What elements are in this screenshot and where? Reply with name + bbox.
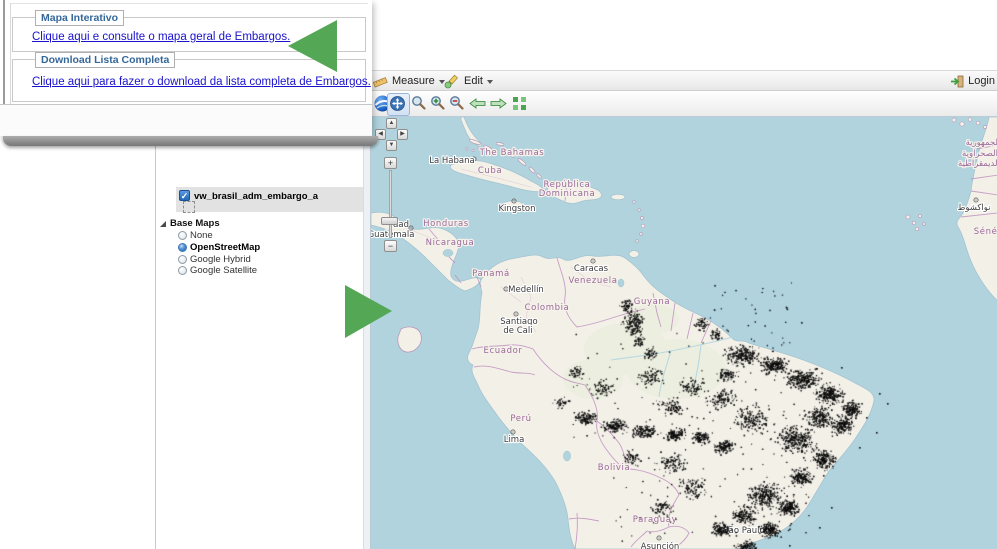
browser-window-snippet: Mapa Interativo Clique aqui e consulte o… xyxy=(0,0,372,136)
map-city-label: La Habana xyxy=(429,156,474,166)
basemap-option-none[interactable]: None xyxy=(178,230,348,242)
layer-name-label: vw_brasil_adm_embargo_a xyxy=(194,191,318,202)
map-country-label: Venezuela xyxy=(568,276,617,286)
legend-loading-icon xyxy=(183,201,195,213)
basemap-radio-list: NoneOpenStreetMapGoogle HybridGoogle Sat… xyxy=(178,230,348,277)
zoom-in-icon[interactable] xyxy=(430,95,446,111)
city-marker-dot xyxy=(512,431,513,432)
layers-panel: ✓ vw_brasil_adm_embargo_a Base Maps None… xyxy=(156,117,363,549)
screenshot-stage: Measure Edit xyxy=(0,0,997,549)
radio-icon[interactable] xyxy=(178,266,187,275)
map-country-label: Paraguay xyxy=(633,515,677,525)
map-city-label: Lima xyxy=(504,435,525,445)
city-marker-dot xyxy=(410,227,411,228)
measure-label: Measure xyxy=(392,71,435,92)
ruler-icon xyxy=(373,75,388,89)
edit-label: Edit xyxy=(464,71,483,92)
radio-icon[interactable] xyxy=(178,231,187,240)
group-expander-icon[interactable] xyxy=(160,221,166,227)
zoom-in-button[interactable]: + xyxy=(384,157,397,169)
city-marker-dot xyxy=(592,260,593,261)
map-country-label: Guyana xyxy=(634,297,670,307)
map-country-label: Cuba xyxy=(478,166,502,176)
map-country-label: الديمقراطية xyxy=(958,159,997,169)
zoom-box-icon[interactable] xyxy=(411,95,427,111)
basemaps-group-header[interactable]: Base Maps xyxy=(160,218,220,229)
window-bottom-chrome xyxy=(3,136,378,146)
pan-tool-button[interactable] xyxy=(387,93,410,116)
map-city-label: Medellín xyxy=(508,285,544,295)
basemap-option-label: None xyxy=(190,230,213,241)
measure-menu-button[interactable]: Measure xyxy=(373,71,445,92)
basemap-option-label: OpenStreetMap xyxy=(190,242,260,253)
login-label: Login xyxy=(968,71,995,92)
map-city-label: Kingston xyxy=(498,204,535,214)
pan-right-button[interactable]: ▶ xyxy=(397,129,408,140)
pan-left-icon: ◀ xyxy=(378,131,383,137)
interactive-map-legend: Mapa Interativo xyxy=(35,10,124,26)
download-list-link[interactable]: Clique aqui para fazer o download da lis… xyxy=(32,76,371,88)
basemap-openstreetmap: The BahamasCubaRepúblicaDominicanaHondur… xyxy=(371,117,997,549)
zoom-out-icon[interactable] xyxy=(449,95,465,111)
pan-arrows-icon xyxy=(390,96,405,111)
edit-menu-button[interactable]: Edit xyxy=(444,71,493,92)
map-viewport[interactable]: The BahamasCubaRepúblicaDominicanaHondur… xyxy=(371,117,997,549)
window-footer xyxy=(0,105,372,136)
next-extent-icon[interactable] xyxy=(490,98,507,109)
content-top-border xyxy=(10,3,368,4)
basemap-option-google-hybrid[interactable]: Google Hybrid xyxy=(178,253,348,265)
basemap-option-openstreetmap[interactable]: OpenStreetMap xyxy=(178,242,348,254)
basemap-option-label: Google Satellite xyxy=(190,265,257,276)
minus-icon: − xyxy=(388,241,393,251)
map-country-label: Colombia xyxy=(525,303,570,313)
edit-caret-icon xyxy=(487,80,493,84)
city-marker-dot xyxy=(505,288,506,289)
map-country-label: Ecuador xyxy=(484,346,523,356)
pan-down-button[interactable]: ▼ xyxy=(386,140,397,151)
radio-icon[interactable] xyxy=(178,255,187,264)
map-city-label: Caracas xyxy=(574,264,609,274)
map-city-label: São Paulo xyxy=(723,526,764,536)
city-marker-dot xyxy=(658,537,659,538)
pan-down-icon: ▼ xyxy=(389,142,395,148)
zoom-slider-thumb[interactable] xyxy=(381,217,398,225)
interactive-map-link[interactable]: Clique aqui e consulte o mapa geral de E… xyxy=(32,31,290,43)
map-country-label: الجمهورية xyxy=(966,138,997,148)
map-country-label: Perú xyxy=(510,414,531,424)
basemaps-title: Base Maps xyxy=(170,218,220,229)
download-list-legend: Download Lista Completa xyxy=(35,52,175,68)
basemap-option-label: Google Hybrid xyxy=(190,254,251,265)
content-left-border xyxy=(10,3,11,104)
map-country-label: The Bahamas xyxy=(479,148,545,158)
pan-up-button[interactable]: ▲ xyxy=(386,118,397,129)
layer-checkbox[interactable]: ✓ xyxy=(179,190,190,201)
max-extent-icon[interactable] xyxy=(512,96,527,111)
city-marker-dot xyxy=(513,200,514,201)
map-country-label: Sénégal xyxy=(974,226,997,237)
map-city-label: Asunción xyxy=(641,541,680,549)
basemap-option-google-satellite[interactable]: Google Satellite xyxy=(178,265,348,277)
zoom-out-button[interactable]: − xyxy=(384,240,397,252)
map-country-label: الصحراوية xyxy=(962,149,997,159)
map-country-label: Dominicana xyxy=(539,189,596,199)
login-door-icon xyxy=(950,75,964,88)
panel-splitter[interactable] xyxy=(363,117,371,549)
map-city-label: Guatemala xyxy=(371,230,414,240)
login-button[interactable]: Login xyxy=(950,71,995,92)
map-city-label: نواكشوط xyxy=(958,203,991,213)
map-city-label: de Cali xyxy=(503,326,532,336)
previous-extent-icon[interactable] xyxy=(469,98,486,109)
city-marker-dot xyxy=(515,313,516,314)
map-country-label: Panamá xyxy=(472,269,510,279)
map-country-label: Bolivia xyxy=(598,463,631,473)
pan-right-icon: ▶ xyxy=(400,131,405,137)
map-country-label: Nicaragua xyxy=(426,238,475,248)
map-country-label: Honduras xyxy=(423,219,469,229)
pan-up-icon: ▲ xyxy=(389,120,395,126)
city-marker-dot xyxy=(975,199,976,200)
radio-icon[interactable] xyxy=(178,243,187,252)
pencil-icon xyxy=(444,74,460,89)
zoom-slider-track[interactable] xyxy=(389,170,392,238)
plus-icon: + xyxy=(388,158,393,168)
